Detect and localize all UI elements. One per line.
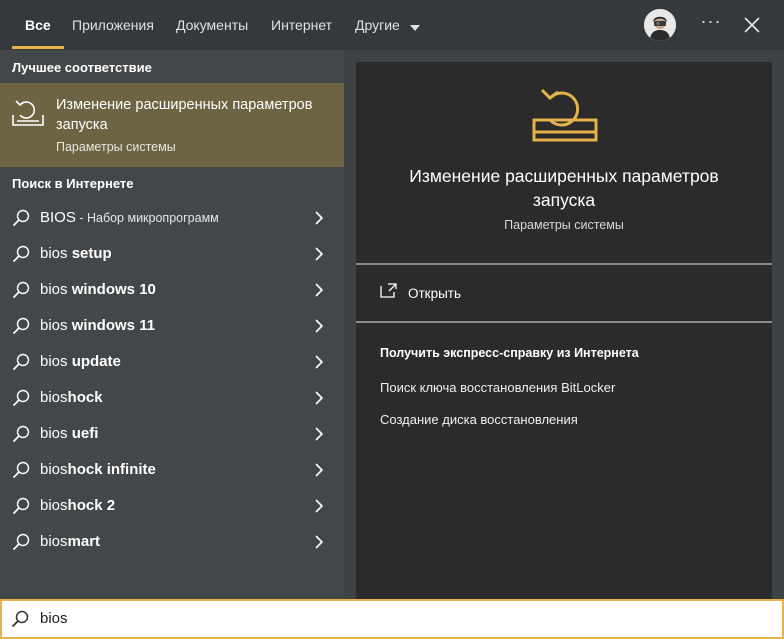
chevron-right-icon [315,499,324,513]
web-result-item[interactable]: bios update [0,344,344,380]
web-result-item[interactable]: bios windows 11 [0,308,344,344]
detail-title: Изменение расширенных параметров запуска [409,166,719,210]
web-result-item[interactable]: bioshock [0,380,344,416]
search-box[interactable]: bios [0,599,784,639]
result-suggestion: windows 11 [71,317,156,334]
open-label: Открыть [408,286,462,301]
best-match-title: Изменение расширенных параметров запуска [56,97,313,133]
open-icon [380,283,397,298]
quick-help-header: Получить экспресс-справку из Интернета [380,346,639,360]
more-options-button[interactable]: ··· [698,10,724,38]
search-icon [12,425,30,443]
search-icon [12,281,30,299]
search-tabs-bar: Все Приложения Документы Интернет Другие… [0,0,784,50]
web-result-item[interactable]: bioshock 2 [0,488,344,524]
chevron-right-icon [315,283,324,297]
tab-all-label: Все [25,17,51,33]
result-description: - Набор микропрограмм [75,211,219,225]
tab-documents-label: Документы [176,17,249,33]
web-result-label: bioshock [40,389,103,406]
tab-apps-label: Приложения [72,17,154,33]
result-query-prefix: bios [40,461,68,478]
advanced-startup-icon-large [532,88,598,142]
best-match-subtitle: Параметры системы [56,140,176,154]
search-icon [12,389,30,407]
web-result-label: bios windows 10 [40,281,156,298]
more-horizontal-icon: ··· [700,11,722,31]
result-query-prefix: BIOS [40,209,76,226]
best-match-item[interactable]: Изменение расширенных параметров запуска… [0,83,344,167]
search-icon [12,353,30,371]
results-list-panel: Лучшее соответствие Изменение расширенны… [0,50,344,599]
search-icon [12,461,30,479]
web-result-label: biosmart [40,533,100,550]
web-result-item[interactable]: bioshock infinite [0,452,344,488]
chevron-right-icon [315,319,324,333]
chevron-right-icon [315,427,324,441]
search-icon [12,533,30,551]
detail-subtitle: Параметры системы [504,218,624,232]
search-icon [12,209,30,227]
result-query-prefix: bios [40,389,68,406]
web-result-label: BIOS - Набор микропрограмм [40,209,219,226]
result-query-prefix: bios [40,497,68,514]
result-query-prefix: bios [40,425,72,442]
chevron-right-icon [315,535,324,549]
tab-more[interactable]: Другие [355,0,420,50]
close-button[interactable] [740,13,764,37]
result-suggestion: setup [71,245,112,262]
close-icon [744,17,760,33]
tab-apps[interactable]: Приложения [72,0,154,50]
result-suggestion: hock [67,389,103,406]
user-avatar[interactable] [644,9,676,41]
advanced-startup-icon [12,100,44,126]
search-icon [12,497,30,515]
chevron-right-icon [315,211,324,225]
divider [356,321,772,323]
result-suggestion: mart [67,533,101,550]
result-query-prefix: bios [40,317,72,334]
chevron-right-icon [315,355,324,369]
result-suggestion: uefi [71,425,99,442]
web-result-item[interactable]: bios setup [0,236,344,272]
result-suggestion: hock 2 [67,497,116,514]
web-result-item[interactable]: bios windows 10 [0,272,344,308]
result-suggestion: windows 10 [71,281,156,298]
search-icon [11,610,29,628]
result-query-prefix: bios [40,533,68,550]
web-result-label: bioshock infinite [40,461,156,478]
tab-active-indicator [12,46,64,49]
result-suggestion: hock infinite [67,461,156,478]
web-result-label: bioshock 2 [40,497,115,514]
web-result-item[interactable]: BIOS - Набор микропрограмм [0,200,344,236]
caret-down-icon [409,1,420,51]
web-result-label: bios uefi [40,425,98,442]
chevron-right-icon [315,463,324,477]
web-result-label: bios windows 11 [40,317,155,334]
result-query-prefix: bios [40,245,72,262]
best-match-header: Лучшее соответствие [12,60,152,75]
web-result-label: bios setup [40,245,112,262]
help-link-recovery-drive[interactable]: Создание диска восстановления [380,412,578,427]
web-result-label: bios update [40,353,121,370]
tab-all[interactable]: Все [12,0,64,50]
chevron-right-icon [315,391,324,405]
web-result-item[interactable]: biosmart [0,524,344,560]
result-suggestion: update [71,353,121,370]
help-link-bitlocker[interactable]: Поиск ключа восстановления BitLocker [380,380,615,395]
tab-web[interactable]: Интернет [271,0,332,50]
tab-web-label: Интернет [271,17,333,33]
tab-more-label: Другие [355,17,400,33]
search-icon [12,245,30,263]
web-search-header: Поиск в Интернете [12,176,134,191]
result-query-prefix: bios [40,281,72,298]
chevron-right-icon [315,247,324,261]
detail-panel: Изменение расширенных параметров запуска… [356,62,772,599]
web-result-item[interactable]: bios uefi [0,416,344,452]
search-icon [12,317,30,335]
search-input[interactable]: bios [40,610,68,627]
result-query-prefix: bios [40,353,72,370]
open-action[interactable]: Открыть [356,265,772,321]
tab-documents[interactable]: Документы [176,0,248,50]
